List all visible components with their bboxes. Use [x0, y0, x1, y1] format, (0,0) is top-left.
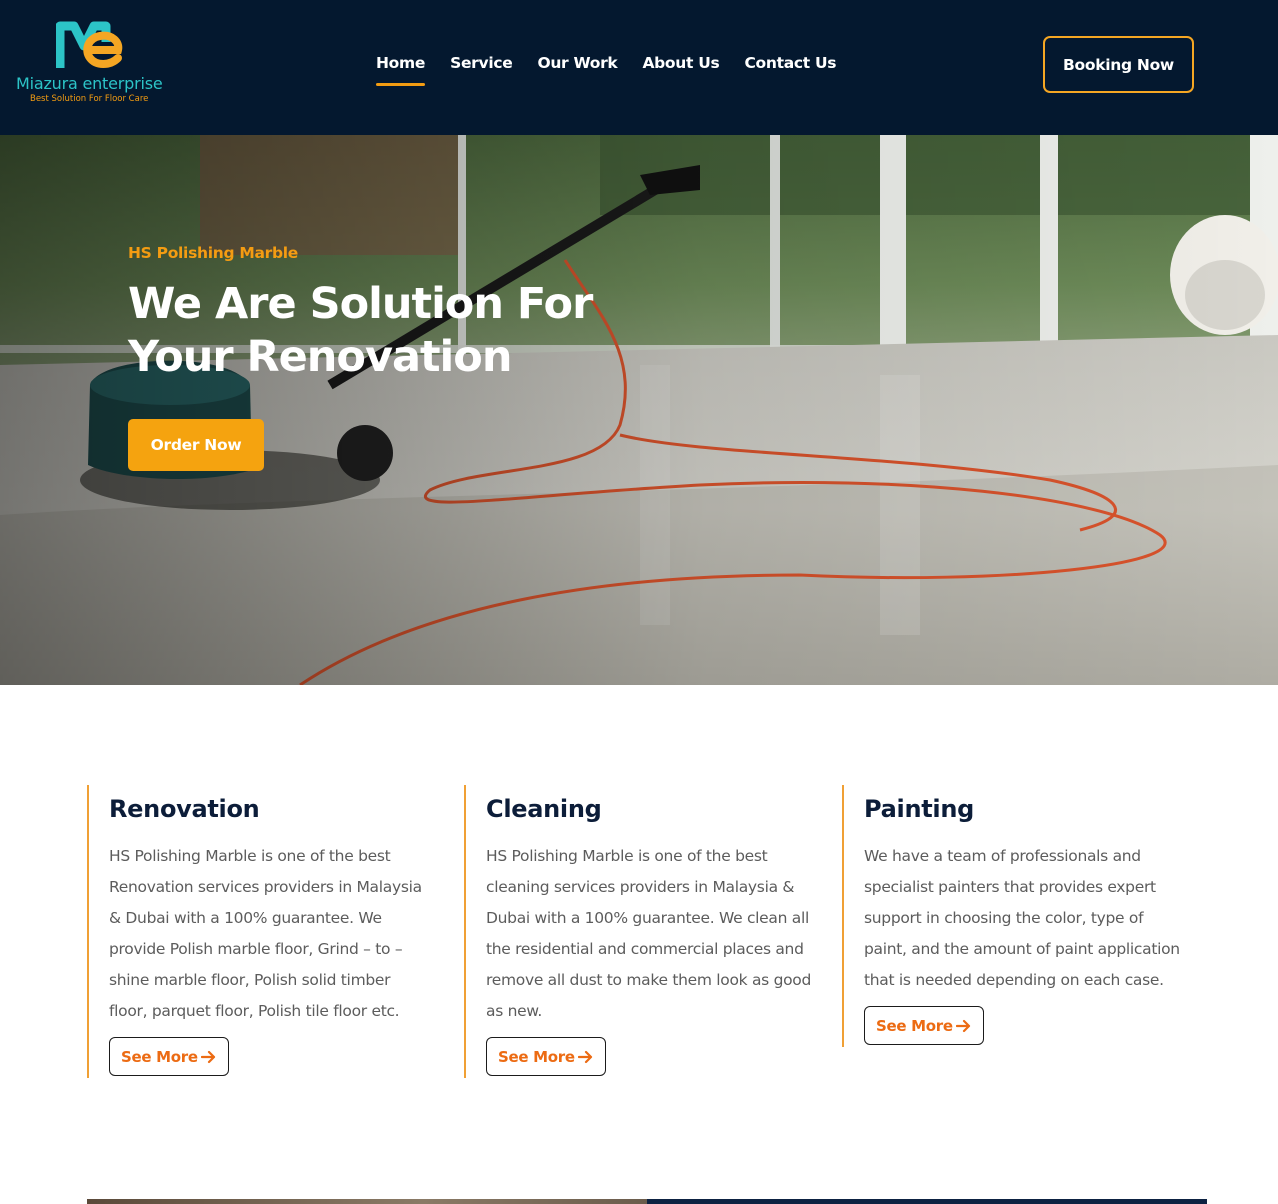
see-more-button[interactable]: See More: [109, 1037, 229, 1076]
nav-item-about-us[interactable]: About Us: [642, 54, 719, 88]
main-nav: Home Service Our Work About Us Contact U…: [376, 54, 861, 88]
see-more-label: See More: [121, 1047, 198, 1066]
brand-tagline: Best Solution For Floor Care: [30, 94, 149, 104]
service-card-cleaning: Cleaning HS Polishing Marble is one of t…: [464, 785, 814, 1078]
hero-eyebrow: HS Polishing Marble: [128, 244, 299, 262]
service-description: We have a team of professionals and spec…: [864, 847, 1180, 989]
arrow-right-icon: [200, 1050, 215, 1063]
service-title: Renovation: [109, 795, 260, 823]
hero-banner: HS Polishing Marble We Are Solution For …: [0, 135, 1278, 685]
brand-name: Miazura enterprise: [16, 74, 163, 93]
nav-item-service[interactable]: Service: [450, 54, 513, 88]
site-header: Miazura enterprise Best Solution For Flo…: [0, 0, 1278, 135]
service-description: HS Polishing Marble is one of the best R…: [109, 847, 422, 1020]
see-more-button[interactable]: See More: [486, 1037, 606, 1076]
see-more-button[interactable]: See More: [864, 1006, 984, 1045]
booking-now-button[interactable]: Booking Now: [1043, 36, 1194, 93]
service-card-painting: Painting We have a team of professionals…: [842, 785, 1187, 1047]
service-title: Cleaning: [486, 795, 602, 823]
service-title: Painting: [864, 795, 975, 823]
nav-item-contact-us[interactable]: Contact Us: [744, 54, 836, 88]
service-card-renovation: Renovation HS Polishing Marble is one of…: [87, 785, 427, 1078]
nav-item-home[interactable]: Home: [376, 54, 425, 88]
hero-background-image: [0, 135, 1278, 685]
hero-title: We Are Solution For Your Renovation: [128, 279, 593, 382]
brand-logo[interactable]: Miazura enterprise Best Solution For Flo…: [16, 20, 166, 110]
see-more-label: See More: [498, 1047, 575, 1066]
next-section-preview: [87, 1199, 1207, 1204]
service-description: HS Polishing Marble is one of the best c…: [486, 847, 812, 1020]
logo-mark-icon: [56, 21, 123, 68]
nav-item-our-work[interactable]: Our Work: [537, 54, 617, 88]
arrow-right-icon: [577, 1050, 592, 1063]
see-more-label: See More: [876, 1016, 953, 1035]
arrow-right-icon: [955, 1019, 970, 1032]
order-now-button[interactable]: Order Now: [128, 419, 264, 471]
